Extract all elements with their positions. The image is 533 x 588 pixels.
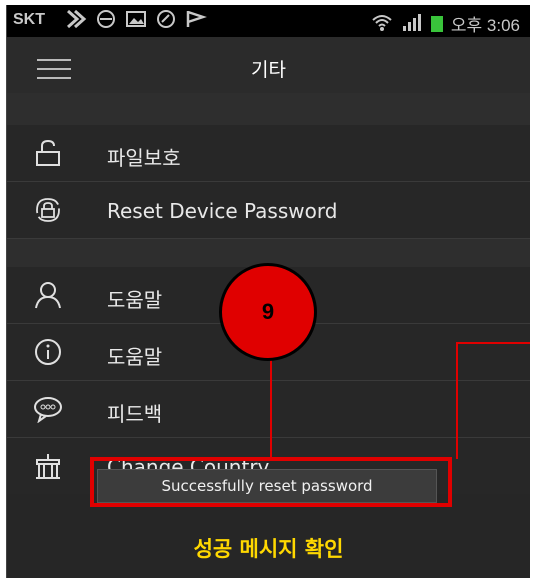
flag-icon [185, 9, 207, 29]
menu-item-label: 도움말 [107, 288, 163, 312]
page-title: 기타 [251, 59, 286, 81]
menu-item-label: 피드백 [107, 402, 163, 426]
status-bar: SKT 오후 3:06 [7, 5, 530, 37]
section-divider [7, 93, 530, 125]
menu-item-file-protection[interactable]: 파일보호 [7, 125, 530, 182]
toast-highlight-frame [90, 457, 452, 507]
phone-screen: SKT 오후 3:06 기타 파일보호 Reset Device Passwor… [6, 5, 530, 578]
user-icon [33, 281, 63, 309]
carrier-label: SKT [13, 11, 45, 28]
step-number-badge: 9 [219, 263, 317, 361]
menu-item-label: 파일보호 [107, 146, 181, 170]
building-icon [33, 452, 63, 480]
status-right: 오후 3:06 [371, 11, 520, 36]
lock-icon [33, 139, 63, 167]
image-icon [125, 9, 147, 29]
menu-item-label: 도움말 [107, 345, 163, 369]
callout-line [270, 360, 272, 457]
battery-icon [430, 15, 443, 32]
wifi-icon [371, 12, 393, 36]
menu-item-label: Reset Device Password [107, 199, 338, 223]
minus-circle-icon [95, 9, 117, 29]
menu-item-reset-device-password[interactable]: Reset Device Password [7, 182, 530, 239]
notification-icon [65, 9, 87, 29]
menu-item-feedback[interactable]: 피드백 [7, 381, 530, 438]
callout-line [456, 342, 458, 459]
status-icons [65, 9, 207, 29]
annotation-caption: 성공 메시지 확인 [193, 537, 344, 561]
signal-icon [401, 12, 423, 36]
chat-bubble-icon [33, 395, 63, 424]
sync-icon [155, 9, 177, 29]
status-time: 오후 3:06 [450, 16, 520, 35]
info-icon [33, 338, 63, 366]
app-bar: 기타 [7, 37, 530, 93]
callout-line [456, 342, 530, 344]
lock-reset-icon [33, 196, 63, 224]
